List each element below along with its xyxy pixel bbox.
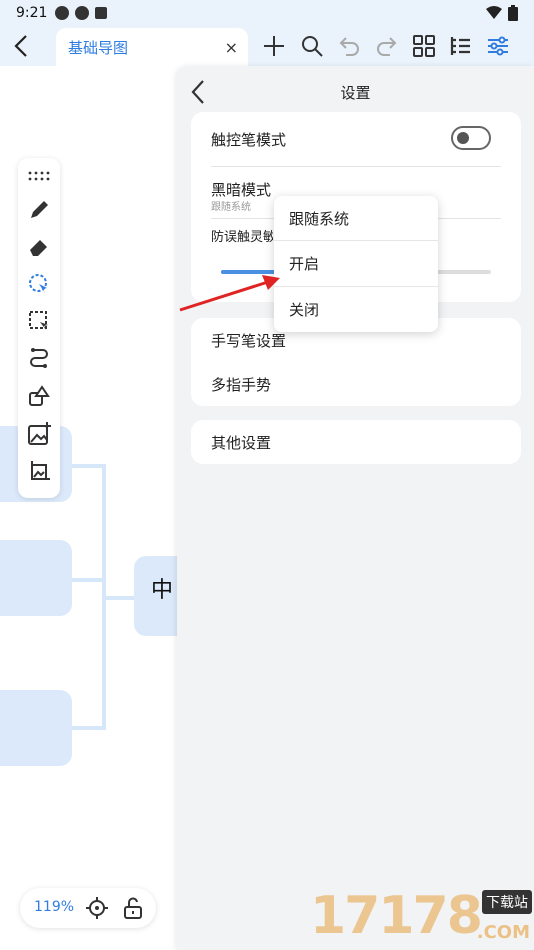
panel-title: 设置: [340, 84, 371, 102]
status-time: 9:21: [16, 5, 48, 21]
watermark-badge: 下载站: [482, 890, 532, 914]
option-off[interactable]: 关闭: [274, 287, 438, 332]
rect-select-icon[interactable]: [27, 309, 51, 333]
mindmap-node[interactable]: [0, 690, 72, 766]
connector-line: [104, 596, 136, 600]
connector-line: [72, 578, 104, 582]
option-label: 关闭: [289, 301, 320, 319]
eraser-icon[interactable]: [27, 235, 51, 259]
back-icon[interactable]: [10, 32, 34, 60]
watermark-sub: .COM: [476, 922, 530, 943]
annotation-arrow: [179, 275, 280, 312]
dark-mode-dropdown: 跟随系统 开启 关闭: [274, 196, 438, 332]
stylus-mode-toggle[interactable]: [451, 126, 491, 150]
outline-icon[interactable]: [448, 34, 472, 58]
undo-icon[interactable]: [338, 34, 362, 58]
unlock-icon[interactable]: [122, 897, 144, 919]
grid-icon[interactable]: [412, 34, 436, 58]
zoom-control: 119%: [20, 888, 156, 928]
top-toolbar: 基础导图 ×: [0, 26, 534, 66]
connector-line: [72, 726, 104, 730]
search-icon[interactable]: [300, 34, 324, 58]
zoom-level[interactable]: 119%: [34, 899, 74, 915]
watermark: 17178 下载站 .COM: [310, 886, 534, 950]
app-notification-icon: [95, 7, 108, 19]
tab-title: 基础导图: [68, 39, 129, 57]
other-settings-item[interactable]: 其他设置: [211, 432, 271, 453]
notification-icon: [55, 6, 70, 20]
center-node-text: 中: [151, 578, 174, 603]
stylus-mode-label: 触控笔模式: [211, 131, 287, 149]
pen-icon[interactable]: [27, 198, 51, 222]
settings-sliders-icon[interactable]: [486, 34, 510, 58]
option-follow-system[interactable]: 跟随系统: [274, 196, 438, 241]
redo-icon[interactable]: [374, 34, 398, 58]
handwriting-settings-item[interactable]: 手写笔设置: [211, 330, 286, 351]
multitouch-gesture-item[interactable]: 多指手势: [211, 374, 271, 395]
toggle-knob: [457, 132, 469, 144]
dark-mode-sub: 跟随系统: [211, 202, 251, 213]
insert-image-icon[interactable]: [27, 422, 51, 446]
battery-icon: [508, 5, 518, 21]
crop-image-icon[interactable]: [27, 460, 51, 484]
wifi-icon: [486, 6, 502, 19]
close-tab-button[interactable]: ×: [225, 38, 238, 57]
option-label: 跟随系统: [289, 210, 350, 228]
add-icon[interactable]: [262, 34, 286, 58]
lasso-select-icon[interactable]: [27, 272, 51, 296]
connector-icon[interactable]: [27, 346, 51, 370]
settings-card-other: 其他设置: [191, 420, 521, 464]
option-label: 开启: [289, 255, 320, 273]
mindmap-node[interactable]: [0, 540, 72, 616]
locate-icon[interactable]: [86, 897, 108, 919]
option-on[interactable]: 开启: [274, 241, 438, 286]
sensitivity-label: 防误触灵敏度: [211, 230, 273, 245]
status-bar: 9:21: [0, 0, 534, 26]
status-right: [486, 5, 518, 21]
document-tab[interactable]: 基础导图 ×: [56, 28, 248, 66]
stylus-mode-row[interactable]: 触控笔模式: [191, 112, 521, 166]
more-dots-icon[interactable]: [27, 164, 51, 188]
notification-icon: [75, 6, 90, 20]
connector-line: [72, 464, 104, 468]
tool-palette: [18, 158, 60, 498]
watermark-logo: 17178: [310, 886, 483, 946]
dark-mode-label: 黑暗模式: [211, 181, 272, 199]
shape-icon[interactable]: [27, 384, 51, 408]
